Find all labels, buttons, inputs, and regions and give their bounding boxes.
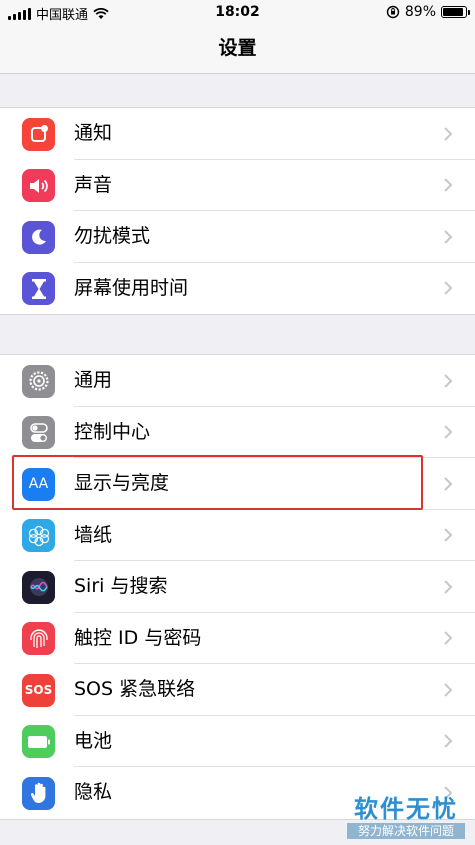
settings-item-touch-id-passcode[interactable]: 触控 ID 与密码	[0, 613, 475, 664]
notifications-icon	[22, 117, 55, 151]
settings-item-siri-search[interactable]: Siri 与搜索	[0, 561, 475, 613]
settings-item-do-not-disturb[interactable]: 勿扰模式	[0, 211, 475, 263]
settings-item-label: 墙纸	[74, 523, 113, 546]
flower-icon	[22, 519, 55, 553]
icon-text: AA	[28, 476, 49, 493]
settings-item-label: 声音	[74, 173, 113, 196]
navigation-bar: 设置	[0, 26, 475, 74]
hourglass-icon	[22, 272, 55, 306]
battery-icon	[22, 725, 55, 759]
settings-item-label: 勿扰模式	[74, 225, 151, 247]
settings-item-control-center[interactable]: 控制中心	[0, 407, 475, 458]
chevron-right-icon	[444, 178, 453, 192]
toggles-icon	[22, 416, 55, 450]
chevron-right-icon	[444, 425, 453, 439]
settings-item-label: 隐私	[74, 781, 113, 803]
settings-item-battery[interactable]: 电池	[0, 716, 475, 767]
icon-text: SOS	[24, 683, 53, 698]
status-bar: 中国联通 18:02 89%	[0, 0, 475, 26]
watermark-subtitle: 努力解决软件问题	[347, 823, 465, 839]
settings-item-label: 通用	[74, 369, 113, 391]
chevron-right-icon	[444, 734, 453, 748]
page-title: 设置	[218, 37, 257, 59]
chevron-right-icon	[444, 477, 453, 491]
status-right: 89%	[386, 4, 470, 20]
settings-item-display-brightness[interactable]: AA 显示与亮度	[0, 458, 475, 510]
gear-icon	[22, 364, 55, 398]
settings-item-label: SOS 紧急联络	[74, 678, 196, 700]
settings-item-label: 控制中心	[74, 420, 151, 443]
settings-item-label: 触控 ID 与密码	[74, 626, 202, 649]
chevron-right-icon	[444, 374, 453, 388]
settings-item-emergency-sos[interactable]: SOS SOS 紧急联络	[0, 664, 475, 716]
chevron-right-icon	[444, 230, 453, 244]
settings-item-label: 通知	[74, 122, 113, 144]
battery-icon	[441, 6, 470, 18]
hand-icon	[22, 776, 55, 810]
battery-percent: 89%	[404, 4, 436, 20]
settings-item-label: 显示与亮度	[74, 472, 170, 494]
siri-icon	[22, 570, 55, 604]
watermark-title: 软件无忧	[354, 795, 458, 823]
settings-item-label: Siri 与搜索	[74, 575, 168, 597]
settings-item-wallpaper[interactable]: 墙纸	[0, 510, 475, 561]
settings-item-label: 电池	[74, 729, 113, 752]
settings-group-2: 通用 控制中心 AA 显示与亮度 墙纸 Siri 与搜索 触控 ID 与密码 S…	[0, 354, 475, 820]
rotation-lock-icon	[386, 5, 400, 19]
settings-item-sounds[interactable]: 声音	[0, 160, 475, 211]
chevron-right-icon	[444, 127, 453, 141]
chevron-right-icon	[444, 281, 453, 295]
fingerprint-icon	[22, 622, 55, 656]
text-size-icon: AA	[22, 467, 55, 501]
sounds-icon	[22, 169, 55, 203]
chevron-right-icon	[444, 683, 453, 697]
settings-item-notifications[interactable]: 通知	[0, 108, 475, 160]
watermark: 软件无忧 努力解决软件问题	[347, 795, 465, 839]
chevron-right-icon	[444, 528, 453, 542]
sos-icon: SOS	[22, 673, 55, 707]
chevron-right-icon	[444, 631, 453, 645]
settings-group-1: 通知 声音 勿扰模式 屏幕使用时间	[0, 107, 475, 315]
chevron-right-icon	[444, 580, 453, 594]
settings-item-label: 屏幕使用时间	[74, 276, 189, 299]
moon-icon	[22, 220, 55, 254]
settings-item-screen-time[interactable]: 屏幕使用时间	[0, 263, 475, 315]
settings-item-general[interactable]: 通用	[0, 355, 475, 407]
